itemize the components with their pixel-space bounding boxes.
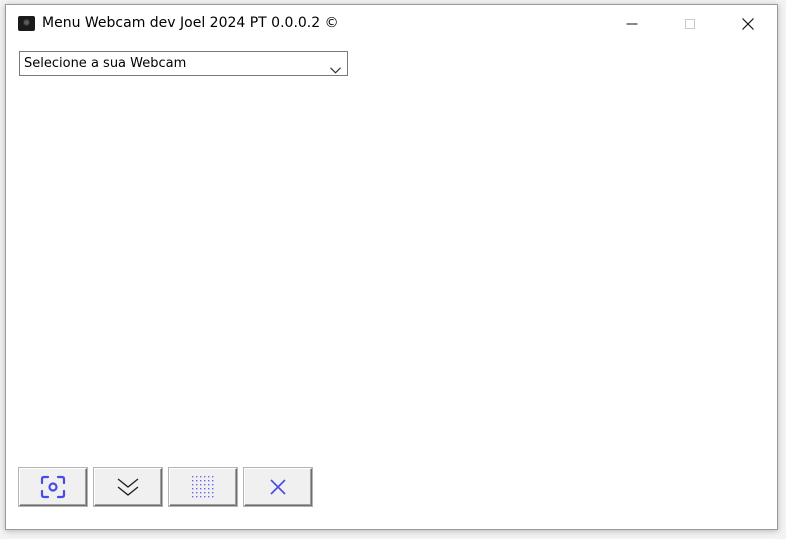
title-bar[interactable]: Menu Webcam dev Joel 2024 PT 0.0.0.2 © [6, 5, 777, 43]
close-icon [742, 18, 754, 30]
close-button[interactable] [244, 468, 312, 506]
close-window-button[interactable] [719, 5, 777, 43]
minimize-button[interactable] [603, 5, 661, 43]
app-window: Menu Webcam dev Joel 2024 PT 0.0.0.2 © S… [5, 4, 778, 530]
grid-button[interactable] [169, 468, 237, 506]
webcam-select-value: Selecione a sua Webcam [24, 56, 187, 71]
minimize-icon [626, 23, 638, 25]
capture-button[interactable] [19, 468, 87, 506]
webcam-icon [18, 16, 35, 31]
maximize-icon [685, 19, 695, 29]
window-title: Menu Webcam dev Joel 2024 PT 0.0.0.2 © [42, 15, 339, 31]
webcam-select[interactable]: Selecione a sua Webcam [19, 51, 348, 76]
chevron-down-icon [330, 59, 341, 78]
expand-down-button[interactable] [94, 468, 162, 506]
maximize-button[interactable] [661, 5, 719, 43]
